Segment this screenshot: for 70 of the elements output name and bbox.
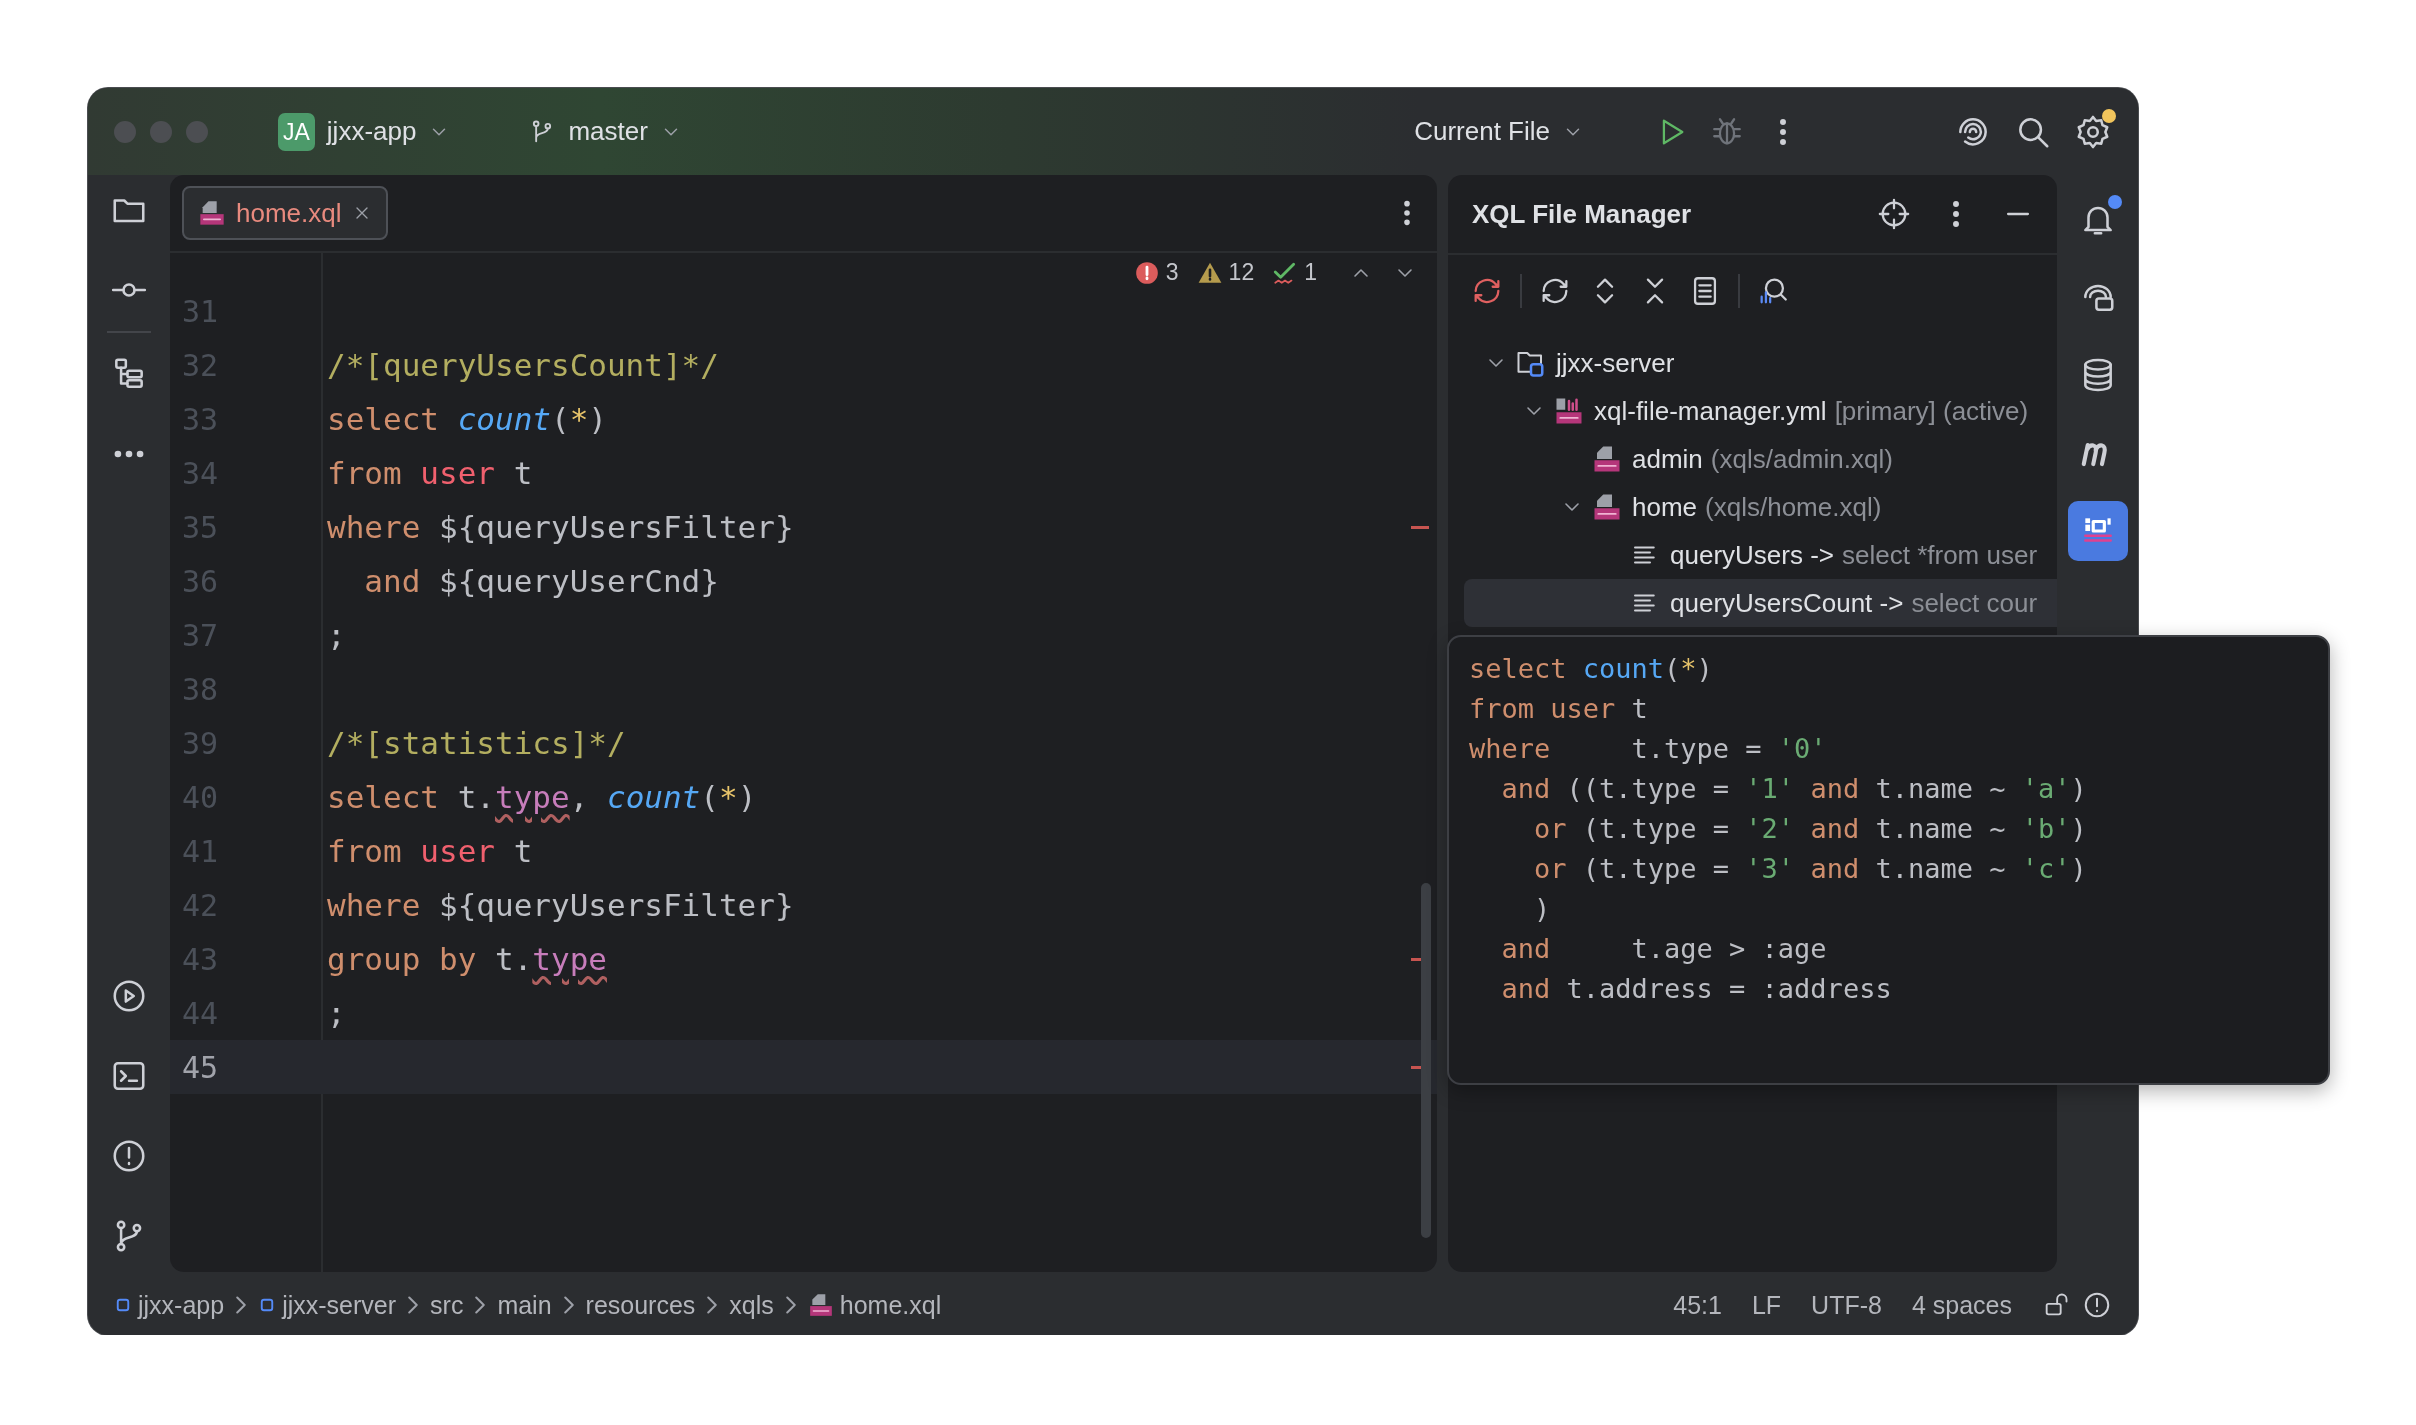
breadcrumb[interactable]: jjxx-app	[114, 1290, 225, 1320]
code-line: from user t	[326, 455, 534, 491]
code-line: and ${queryUserCnd}	[363, 563, 720, 599]
chevron-right-icon	[707, 1296, 718, 1314]
breadcrumb[interactable]: jjxx-server	[258, 1290, 397, 1320]
editor-tab[interactable]: home.xql	[182, 186, 388, 240]
code-line: group by t.type	[326, 941, 608, 977]
scrollbar[interactable]	[1421, 883, 1431, 1238]
code-line: select t.type, count(*)	[326, 779, 758, 815]
branch-selector[interactable]: master	[520, 110, 690, 153]
code-line: or (t.type = '2' and t.name ~ 'b')	[1533, 812, 2088, 846]
chevron-right-icon	[236, 1296, 247, 1314]
status-item[interactable]: UTF-8	[1811, 1290, 1882, 1320]
tree-item[interactable]: admin (xqls/admin.xql)	[1464, 435, 2057, 483]
breadcrumb[interactable]: home.xql	[807, 1290, 942, 1320]
run-configuration[interactable]: Current File	[1406, 110, 1592, 153]
tree-item[interactable]: xql-file-manager.yml [primary] (active)	[1464, 387, 2057, 435]
panel-title: XQL File Manager	[1472, 198, 1692, 230]
warning-count: 12	[1228, 259, 1255, 286]
breadcrumb[interactable]: src	[430, 1290, 464, 1320]
xql-file-icon	[807, 1292, 834, 1318]
xql-file-icon	[1592, 492, 1622, 522]
code-line: and t.age > :age	[1500, 932, 1828, 966]
code-line: from user t	[1469, 692, 1649, 726]
tree-item[interactable]: queryUsersCount -> select cour	[1464, 579, 2057, 627]
code-line: select count(*)	[1469, 652, 1714, 686]
status-item[interactable]: 4 spaces	[1911, 1290, 2012, 1320]
xql-file-icon	[1592, 444, 1622, 474]
code-line: where ${queryUsersFilter}	[326, 887, 795, 923]
chevron-right-icon	[785, 1296, 796, 1314]
code-line: ;	[326, 995, 347, 1031]
breadcrumb[interactable]: main	[497, 1290, 552, 1320]
error-count: 3	[1165, 259, 1179, 286]
code-line: where t.type = '0'	[1469, 732, 1828, 766]
breadcrumb[interactable]: resources	[585, 1290, 696, 1320]
chevron-right-icon	[408, 1296, 419, 1314]
code-line: and t.address = :address	[1500, 972, 1893, 1006]
problems-icon[interactable]	[2082, 1290, 2112, 1320]
code-line: ;	[326, 617, 347, 653]
tool-window-button[interactable]	[2067, 501, 2128, 561]
code-line: from user t	[326, 833, 534, 869]
notification-dot	[2107, 195, 2122, 209]
error-icon	[1133, 259, 1160, 286]
code-line: )	[1533, 892, 1552, 926]
code-line: /*[statistics]*/	[326, 725, 627, 761]
xql-file-icon	[198, 199, 226, 227]
typo-count: 1	[1304, 259, 1317, 286]
locate-icon[interactable]	[1877, 197, 1911, 231]
code-line: where ${queryUsersFilter}	[326, 509, 795, 545]
chevron-right-icon	[475, 1296, 486, 1314]
code-line: select count(*)	[326, 401, 608, 437]
config-file-icon	[1554, 396, 1584, 426]
tree-item[interactable]: home (xqls/home.xql)	[1464, 483, 2057, 531]
tree-item[interactable]: queryUsers -> select *from user	[1464, 531, 2057, 579]
project-selector[interactable]: JA jjxx-app	[270, 106, 459, 157]
project-badge: JA	[278, 112, 315, 151]
status-item[interactable]: 45:1	[1673, 1290, 1722, 1320]
code-line: and ((t.type = '1' and t.name ~ 'a')	[1500, 772, 2088, 806]
module-icon	[114, 1296, 132, 1314]
tree-item[interactable]: jjxx-server	[1464, 339, 2057, 387]
status-item[interactable]: LF	[1751, 1290, 1782, 1320]
breadcrumb[interactable]: xqls	[729, 1290, 774, 1320]
chevron-right-icon	[563, 1296, 574, 1314]
project-name: jjxx-app	[326, 116, 417, 147]
notification-dot	[2102, 108, 2116, 123]
code-line: or (t.type = '3' and t.name ~ 'c')	[1533, 852, 2088, 886]
code-line: /*[queryUsersCount]*/	[326, 347, 720, 383]
line-number: 45	[181, 1049, 220, 1085]
branch-name: master	[568, 116, 648, 147]
error-marker	[1411, 525, 1429, 529]
